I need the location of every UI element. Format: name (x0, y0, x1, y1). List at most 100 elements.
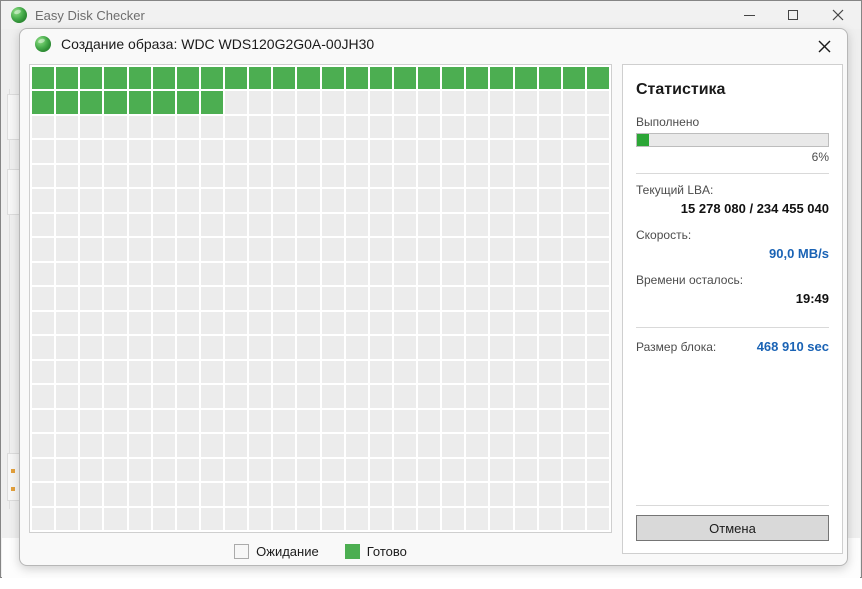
block-cell (297, 214, 319, 236)
block-cell (394, 459, 416, 481)
block-cell (153, 483, 175, 505)
block-cell (442, 67, 464, 89)
block-cell (370, 189, 392, 211)
block-cell (177, 483, 199, 505)
time-remaining-label: Времени осталось: (636, 273, 829, 287)
block-cell (442, 483, 464, 505)
block-cell (32, 459, 54, 481)
dialog-close-button[interactable] (813, 35, 835, 57)
block-cell (201, 165, 223, 187)
block-cell (249, 263, 271, 285)
block-cell (394, 140, 416, 162)
block-cell (129, 238, 151, 260)
block-cell (129, 483, 151, 505)
block-cell (418, 385, 440, 407)
block-cell (273, 263, 295, 285)
block-cell (201, 385, 223, 407)
block-cell (346, 312, 368, 334)
block-cell (177, 336, 199, 358)
block-cell (563, 238, 585, 260)
block-cell (322, 238, 344, 260)
close-button[interactable] (816, 1, 860, 29)
block-cell (370, 336, 392, 358)
block-cell (153, 67, 175, 89)
block-cell (56, 214, 78, 236)
block-cell (539, 67, 561, 89)
block-cell (104, 434, 126, 456)
block-cell (177, 385, 199, 407)
block-cell (80, 287, 102, 309)
block-grid (32, 67, 609, 530)
block-cell (515, 263, 537, 285)
block-cell (225, 361, 247, 383)
block-cell (370, 116, 392, 138)
block-cell (249, 140, 271, 162)
block-cell (129, 287, 151, 309)
stat-time-remaining: Времени осталось: 19:49 (636, 273, 829, 314)
block-cell (539, 189, 561, 211)
block-cell (56, 116, 78, 138)
block-cell (153, 116, 175, 138)
block-cell (129, 140, 151, 162)
block-cell (129, 263, 151, 285)
block-cell (322, 312, 344, 334)
block-cell (177, 410, 199, 432)
maximize-button[interactable] (771, 1, 815, 29)
block-cell (104, 214, 126, 236)
block-cell (80, 67, 102, 89)
block-cell (490, 165, 512, 187)
block-cell (394, 91, 416, 113)
block-cell (201, 410, 223, 432)
block-cell (273, 140, 295, 162)
block-cell (466, 459, 488, 481)
block-cell (104, 459, 126, 481)
block-cell (346, 434, 368, 456)
block-cell (249, 336, 271, 358)
block-cell (273, 459, 295, 481)
block-cell (225, 263, 247, 285)
cancel-button[interactable]: Отмена (636, 515, 829, 541)
block-cell (466, 385, 488, 407)
block-cell (32, 410, 54, 432)
block-cell (370, 263, 392, 285)
block-cell (587, 459, 609, 481)
block-cell (56, 459, 78, 481)
block-cell (249, 214, 271, 236)
block-cell (56, 483, 78, 505)
minimize-button[interactable] (727, 1, 771, 29)
block-cell (515, 91, 537, 113)
block-cell (563, 67, 585, 89)
block-cell (563, 312, 585, 334)
block-cell (249, 508, 271, 530)
block-cell (249, 116, 271, 138)
block-cell (225, 459, 247, 481)
main-window-title: Easy Disk Checker (35, 8, 145, 23)
block-cell (587, 214, 609, 236)
block-cell (394, 116, 416, 138)
block-cell (539, 336, 561, 358)
block-cell (297, 165, 319, 187)
block-cell (80, 238, 102, 260)
block-cell (322, 434, 344, 456)
block-cell (442, 385, 464, 407)
block-cell (201, 361, 223, 383)
block-cell (153, 91, 175, 113)
block-cell (177, 67, 199, 89)
block-cell (370, 459, 392, 481)
block-cell (225, 165, 247, 187)
block-cell (129, 361, 151, 383)
block-cell (490, 361, 512, 383)
block-cell (322, 165, 344, 187)
block-cell (273, 508, 295, 530)
block-cell (129, 91, 151, 113)
stat-current-lba: Текущий LBA: 15 278 080 / 234 455 040 (636, 183, 829, 224)
block-cell (490, 483, 512, 505)
block-cell (515, 287, 537, 309)
block-cell (129, 385, 151, 407)
block-cell (563, 91, 585, 113)
block-cell (442, 91, 464, 113)
block-cell (129, 508, 151, 530)
block-cell (539, 263, 561, 285)
block-cell (442, 214, 464, 236)
block-cell (225, 336, 247, 358)
